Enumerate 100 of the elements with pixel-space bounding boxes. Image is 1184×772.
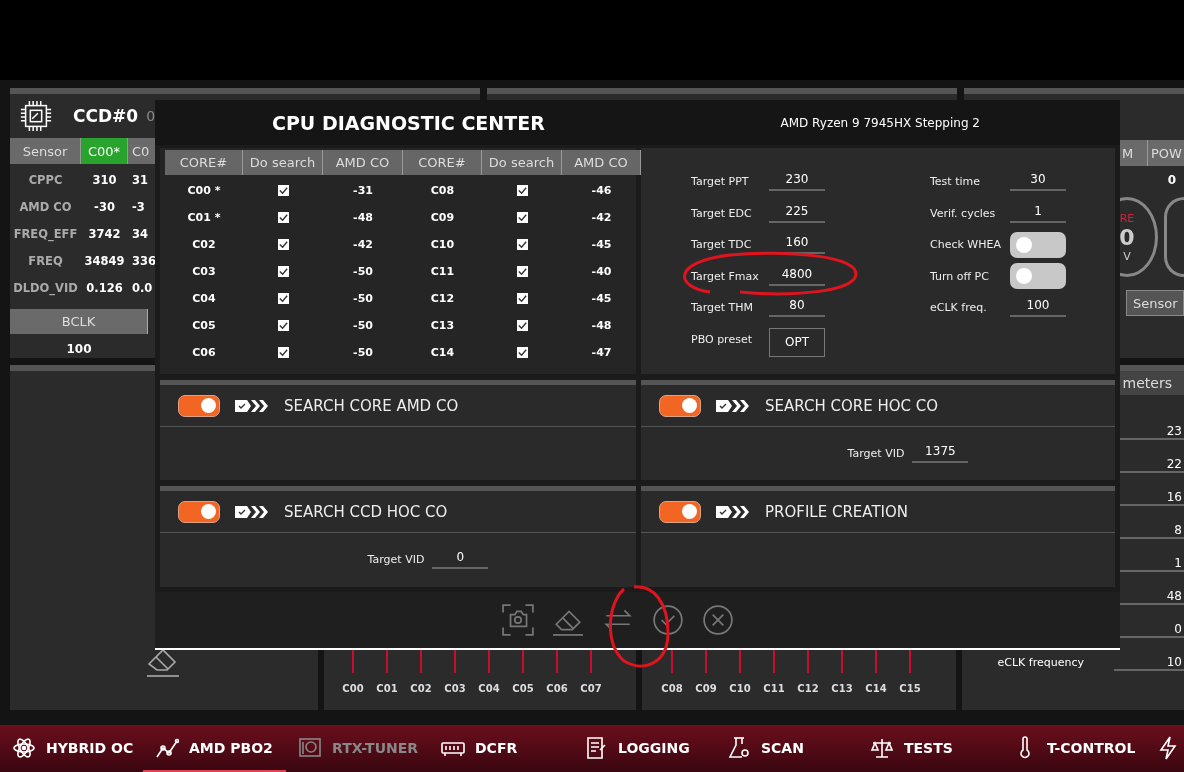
core-label: C06 xyxy=(546,683,568,694)
notepad-icon xyxy=(584,735,608,760)
table-cell-text: -40 xyxy=(590,264,613,280)
table-cell-text: C01 * xyxy=(186,210,222,226)
input-field[interactable]: 0 xyxy=(432,550,489,569)
field-label: Target THM xyxy=(691,301,754,315)
table-cell-text: -50 xyxy=(352,318,374,334)
sensor-button[interactable]: Sensor xyxy=(1126,290,1184,316)
gauge-unit: V xyxy=(1123,249,1131,263)
core-label: C08 xyxy=(661,683,683,694)
nav-tab[interactable]: AMD PBO2 xyxy=(143,725,286,772)
row-label: FREQ xyxy=(27,253,64,268)
checkbox[interactable] xyxy=(516,293,528,304)
checkbox[interactable] xyxy=(516,239,528,250)
checkbox[interactable] xyxy=(277,212,289,223)
check-icon xyxy=(651,604,684,636)
toggle-switch[interactable] xyxy=(659,500,701,523)
nav-tab[interactable]: HYBRID OC xyxy=(0,725,143,772)
input-field[interactable]: 1375 xyxy=(912,444,969,463)
table-cell-text: -48 xyxy=(352,210,374,226)
checkbox[interactable] xyxy=(277,266,289,277)
input-field[interactable]: 30 xyxy=(1010,172,1066,192)
core-label: C11 xyxy=(763,683,785,694)
checkbox[interactable] xyxy=(277,320,289,331)
table-cell-text: -50 xyxy=(352,264,374,280)
input-field[interactable]: 225 xyxy=(769,203,825,223)
table-cell-text: -45 xyxy=(590,237,613,253)
table-cell-text: -3 xyxy=(131,199,146,214)
table-cell-text: C13 xyxy=(429,318,456,334)
table-cell-text: C09 xyxy=(429,210,456,226)
checkbox[interactable] xyxy=(516,266,528,277)
nav-tab[interactable]: T-CONTROL xyxy=(1001,725,1144,772)
toggle-switch[interactable] xyxy=(178,500,220,523)
checkbox[interactable] xyxy=(516,212,528,223)
toggle-switch[interactable] xyxy=(178,394,220,417)
cpu-icon xyxy=(19,99,53,133)
checkbox[interactable] xyxy=(277,293,289,304)
panel-title: CCD#0 xyxy=(73,106,139,126)
table-cell-text: C08 xyxy=(429,183,456,199)
nav-tab[interactable]: LOGGING xyxy=(572,725,715,772)
tag-chevrons-icon xyxy=(234,398,268,413)
table-cell-text: 310 xyxy=(91,172,118,187)
field-label: eCLK frequency xyxy=(997,656,1084,669)
toggle-switch[interactable] xyxy=(1010,263,1066,290)
column-header[interactable]: Sensor xyxy=(10,138,81,164)
atom-icon xyxy=(12,735,36,760)
core-label: C13 xyxy=(831,683,853,694)
toggle-switch[interactable] xyxy=(659,394,701,417)
close-icon xyxy=(701,604,734,636)
input-field[interactable]: 100 xyxy=(1010,298,1066,318)
table-cell: 0 xyxy=(1167,173,1176,187)
table-cell-text: -47 xyxy=(590,345,613,361)
dialog-title: CPU DIAGNOSTIC CENTER xyxy=(272,111,545,134)
mode-title: SEARCH CCD HOC CO xyxy=(284,502,448,521)
checkbox[interactable] xyxy=(516,347,528,358)
preset-button[interactable]: OPT xyxy=(769,327,825,357)
field-label: eCLK freq. xyxy=(930,301,988,315)
checkbox[interactable] xyxy=(516,320,528,331)
table-cell-text: C03 xyxy=(191,264,217,280)
field-label: Target VID xyxy=(367,553,425,566)
checkbox[interactable] xyxy=(516,185,528,196)
input-field[interactable]: 1 xyxy=(1010,203,1066,223)
mode-title: SEARCH CORE AMD CO xyxy=(284,396,459,415)
tag-chevrons-icon xyxy=(715,504,749,519)
table-cell-text: 336 xyxy=(131,253,157,268)
toggle-switch[interactable] xyxy=(1010,231,1066,258)
table-cell-text: C12 xyxy=(429,291,456,307)
table-cell-text: -50 xyxy=(352,345,374,361)
core-label: C02 xyxy=(410,683,432,694)
table-cell-text: -46 xyxy=(590,183,613,199)
checkbox[interactable] xyxy=(277,239,289,250)
flask-icon xyxy=(727,735,751,760)
table-cell-text: 0.0 xyxy=(131,280,154,295)
table-cell-text: C04 xyxy=(191,291,217,307)
table-cell-text: C06 xyxy=(191,345,217,361)
table-cell-text: -48 xyxy=(590,318,613,334)
check-button[interactable] xyxy=(650,603,685,637)
checkbox[interactable] xyxy=(277,185,289,196)
checkbox[interactable] xyxy=(277,347,289,358)
input-field[interactable]: 160 xyxy=(769,235,825,255)
table-cell-text: 31 xyxy=(131,172,149,187)
table-cell-text: 34 xyxy=(131,226,149,241)
nav-tab[interactable]: DCFR xyxy=(429,725,572,772)
table-cell-text: 100 xyxy=(65,342,93,356)
nav-tab[interactable]: SCAN xyxy=(715,725,858,772)
table-cell-text: -31 xyxy=(352,183,374,199)
nav-tab[interactable]: TESTS xyxy=(858,725,1001,772)
input-field[interactable]: 230 xyxy=(769,172,825,192)
input-field[interactable]: 4800 xyxy=(769,266,825,286)
row-label: DLDO_VID xyxy=(12,280,79,295)
field-label: PBO preset xyxy=(691,332,753,346)
row-label: FREQ_EFF xyxy=(12,226,79,241)
row-label: AMD CO xyxy=(18,199,73,214)
close-button[interactable] xyxy=(700,603,735,637)
value-field[interactable]: 10 xyxy=(1114,654,1184,671)
camera-button[interactable] xyxy=(500,603,535,637)
table-cell-text: C05 xyxy=(191,318,217,334)
core-label: C10 xyxy=(729,683,751,694)
input-field[interactable]: 80 xyxy=(769,298,825,318)
core-label: C15 xyxy=(899,683,921,694)
